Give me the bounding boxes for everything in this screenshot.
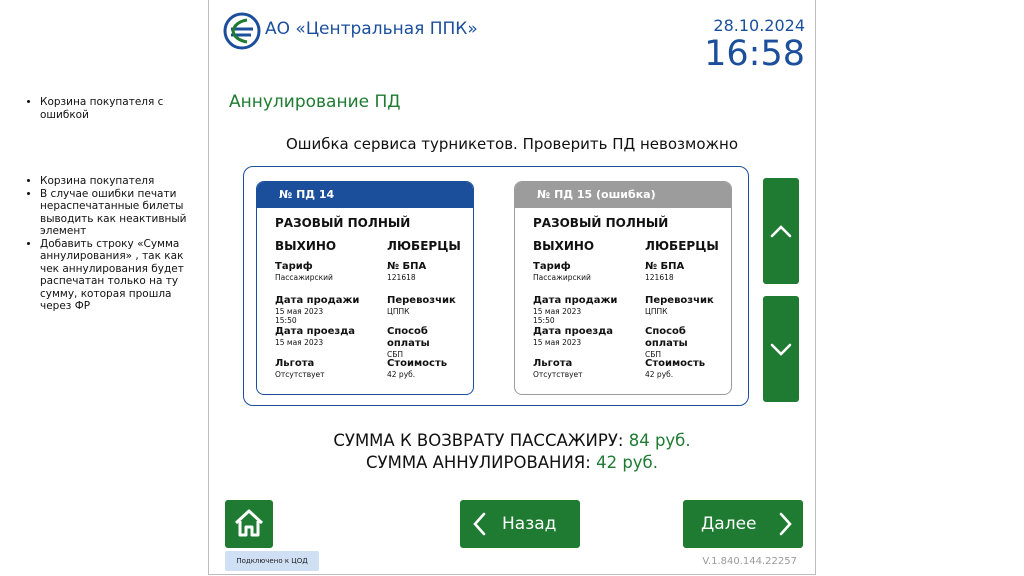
ticket-card[interactable]: № ПД 14 РАЗОВЫЙ ПОЛНЫЙ ВЫХИНО ЛЮБЕРЦЫ Та… [256, 181, 474, 395]
field-value: 15 мая 2023 [275, 338, 324, 347]
annotation-notes-1: Корзина покупателя с ошибкой [26, 96, 176, 121]
benefit-field: Льгота Отсутствует [275, 358, 325, 379]
field-label: Дата проезда [275, 326, 356, 337]
travel-date-field: Дата проезда 15 мая 2023 [533, 326, 613, 347]
field-value: 15 мая 2023 [533, 307, 582, 316]
payment-field: Способ оплаты СБП [387, 326, 473, 359]
refund-sum-value: 84 руб. [628, 431, 691, 450]
carrier-field: Перевозчик ЦППК [645, 295, 714, 316]
field-value: Пассажирский [275, 273, 333, 282]
next-button[interactable]: Далее [683, 500, 803, 548]
note-item: Корзина покупателя с ошибкой [40, 96, 176, 121]
chevron-right-icon [779, 512, 792, 536]
field-label: № БПА [387, 261, 427, 272]
cost-field: Стоимость 42 руб. [387, 358, 447, 379]
refund-sum-label: СУММА К ВОЗВРАТУ ПАССАЖИРУ: [333, 431, 624, 450]
bpa-field: № БПА 121618 [645, 261, 684, 282]
kiosk-screen: АО «Центральная ППК» 28.10.2024 16:58 Ан… [208, 0, 816, 575]
field-label: Стоимость [645, 358, 706, 369]
ticket-to-station: ЛЮБЕРЦЫ [387, 239, 461, 253]
current-time: 16:58 [704, 34, 805, 74]
field-value: 15 мая 2023 [533, 338, 582, 347]
sale-date-field: Дата продажи 15 мая 2023 15:50 [533, 295, 617, 325]
back-button[interactable]: Назад [460, 500, 580, 548]
chevron-left-icon [473, 512, 486, 536]
ticket-type: РАЗОВЫЙ ПОЛНЫЙ [533, 216, 669, 230]
field-value: Отсутствует [275, 370, 325, 379]
annotation-notes-2: Корзина покупателя В случае ошибки печат… [26, 175, 204, 313]
field-label: Дата продажи [533, 295, 618, 306]
field-label: Дата проезда [533, 326, 614, 337]
field-value: 15:50 [533, 316, 555, 325]
ticket-from-station: ВЫХИНО [533, 239, 595, 253]
travel-date-field: Дата проезда 15 мая 2023 [275, 326, 355, 347]
field-label: Перевозчик [645, 295, 714, 306]
note-item: Добавить строку «Сумма аннулирования» , … [40, 238, 204, 313]
cancellation-sum-line: СУММА АННУЛИРОВАНИЯ: 42 руб. [209, 453, 815, 472]
field-label: Льгота [275, 358, 315, 369]
carrier-field: Перевозчик ЦППК [387, 295, 456, 316]
field-value: ЦППК [387, 307, 410, 316]
cancellation-sum-label: СУММА АННУЛИРОВАНИЯ: [366, 453, 591, 472]
field-value: 15 мая 2023 [275, 307, 324, 316]
field-value: Отсутствует [533, 370, 583, 379]
ticket-header: № ПД 15 (ошибка) [515, 182, 731, 208]
error-message: Ошибка сервиса турникетов. Проверить ПД … [285, 135, 739, 153]
field-value: 42 руб. [645, 370, 674, 379]
field-label: № БПА [645, 261, 685, 272]
field-label: Перевозчик [387, 295, 456, 306]
tickets-carousel: № ПД 14 РАЗОВЫЙ ПОЛНЫЙ ВЫХИНО ЛЮБЕРЦЫ Та… [243, 166, 749, 406]
field-label: Стоимость [387, 358, 448, 369]
field-label: Способ оплаты [645, 326, 688, 349]
ticket-card-error: № ПД 15 (ошибка) РАЗОВЫЙ ПОЛНЫЙ ВЫХИНО Л… [514, 181, 732, 395]
tariff-field: Тариф Пассажирский [275, 261, 333, 282]
benefit-field: Льгота Отсутствует [533, 358, 583, 379]
ticket-header: № ПД 14 [257, 182, 473, 208]
field-value: 15:50 [275, 316, 297, 325]
connection-status-badge: Подключено к ЦОД [225, 551, 319, 571]
cost-field: Стоимость 42 руб. [645, 358, 705, 379]
home-button[interactable] [225, 500, 273, 548]
bpa-field: № БПА 121618 [387, 261, 426, 282]
page-title: Аннулирование ПД [229, 92, 401, 112]
scroll-up-button[interactable] [763, 178, 799, 284]
ticket-from-station: ВЫХИНО [275, 239, 337, 253]
field-value: 121618 [645, 273, 674, 282]
field-value: Пассажирский [533, 273, 591, 282]
company-name: АО «Центральная ППК» [265, 19, 478, 39]
field-label: Дата продажи [275, 295, 360, 306]
app-version: V.1.840.144.22257 [702, 556, 797, 567]
ticket-to-station: ЛЮБЕРЦЫ [645, 239, 719, 253]
note-item: Корзина покупателя [40, 175, 204, 188]
field-value: 121618 [387, 273, 416, 282]
tariff-field: Тариф Пассажирский [533, 261, 591, 282]
field-value: ЦППК [645, 307, 668, 316]
current-date: 28.10.2024 [713, 16, 805, 35]
payment-field: Способ оплаты СБП [645, 326, 731, 359]
field-label: Тариф [275, 261, 313, 272]
note-item: В случае ошибки печати нераспечатанные б… [40, 188, 204, 238]
sale-date-field: Дата продажи 15 мая 2023 15:50 [275, 295, 359, 325]
field-label: Льгота [533, 358, 573, 369]
field-value: 42 руб. [387, 370, 416, 379]
home-icon [234, 509, 264, 537]
ppk-logo-icon [223, 12, 261, 50]
refund-sum-line: СУММА К ВОЗВРАТУ ПАССАЖИРУ: 84 руб. [209, 431, 815, 450]
chevron-up-icon [770, 225, 792, 238]
cancellation-sum-value: 42 руб. [596, 453, 658, 472]
scroll-down-button[interactable] [763, 296, 799, 402]
back-button-label: Назад [502, 514, 557, 534]
field-label: Тариф [533, 261, 571, 272]
ticket-type: РАЗОВЫЙ ПОЛНЫЙ [275, 216, 411, 230]
chevron-down-icon [770, 343, 792, 356]
field-label: Способ оплаты [387, 326, 430, 349]
next-button-label: Далее [701, 514, 757, 534]
